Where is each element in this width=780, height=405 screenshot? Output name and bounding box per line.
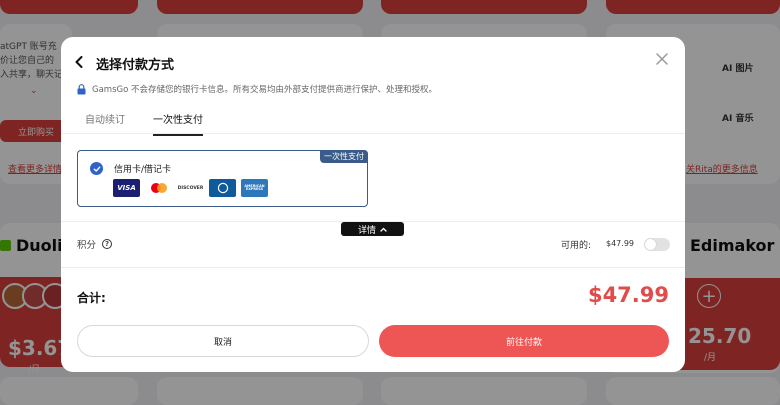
card-name: VISA <box>117 184 136 192</box>
card-logos: VISA DISCOVER AMERICAN EXPRESS <box>113 179 268 197</box>
proceed-to-payment-button[interactable]: 前往付款 <box>379 325 669 357</box>
available-label: 可用的: <box>561 241 592 251</box>
check-circle-icon <box>90 162 103 175</box>
discover-icon: DISCOVER <box>177 179 204 197</box>
lock-icon <box>77 83 86 94</box>
card-name: DISCOVER <box>177 185 204 191</box>
chevron-up-icon <box>380 227 387 232</box>
points-row: 积分 ? <box>77 237 113 251</box>
method-label: 信用卡/借记卡 <box>114 165 172 175</box>
payment-tabs: 自动续订 一次性支付 <box>61 105 685 136</box>
amex-icon: AMERICAN EXPRESS <box>241 179 268 197</box>
points-toggle[interactable] <box>644 238 670 251</box>
diners-club-icon <box>209 179 236 197</box>
security-note: GamsGo 不会存储您的银行卡信息。所有交易均由外部支付提供商进行保护、处理和… <box>77 83 437 95</box>
visa-icon: VISA <box>113 179 140 197</box>
payment-method-dialog: 选择付款方式 GamsGo 不会存储您的银行卡信息。所有交易均由外部支付提供商进… <box>61 37 685 372</box>
mastercard-icon <box>145 179 172 197</box>
details-label: 详情 <box>357 225 376 236</box>
payment-method-card[interactable]: 一次性支付 信用卡/借记卡 VISA DISCOVER AMERICAN EXP… <box>77 150 368 207</box>
help-icon[interactable]: ? <box>102 239 113 249</box>
total-label: 合计: <box>77 291 106 305</box>
points-label: 积分 <box>77 240 97 251</box>
method-badge: 一次性支付 <box>320 150 368 163</box>
back-arrow-icon[interactable] <box>75 55 87 69</box>
dialog-title: 选择付款方式 <box>96 58 175 73</box>
security-note-text: GamsGo 不会存储您的银行卡信息。所有交易均由外部支付提供商进行保护、处理和… <box>92 85 437 95</box>
cancel-button[interactable]: 取消 <box>77 325 369 357</box>
close-icon[interactable] <box>655 51 669 65</box>
divider <box>61 267 685 268</box>
tab-one-time-payment[interactable]: 一次性支付 <box>153 111 203 136</box>
available-amount: $47.99 <box>606 239 634 248</box>
tab-auto-renew[interactable]: 自动续订 <box>85 111 125 134</box>
details-toggle-button[interactable]: 详情 <box>341 222 404 236</box>
card-name: AMERICAN EXPRESS <box>244 183 265 191</box>
total-price: $47.99 <box>587 283 669 307</box>
